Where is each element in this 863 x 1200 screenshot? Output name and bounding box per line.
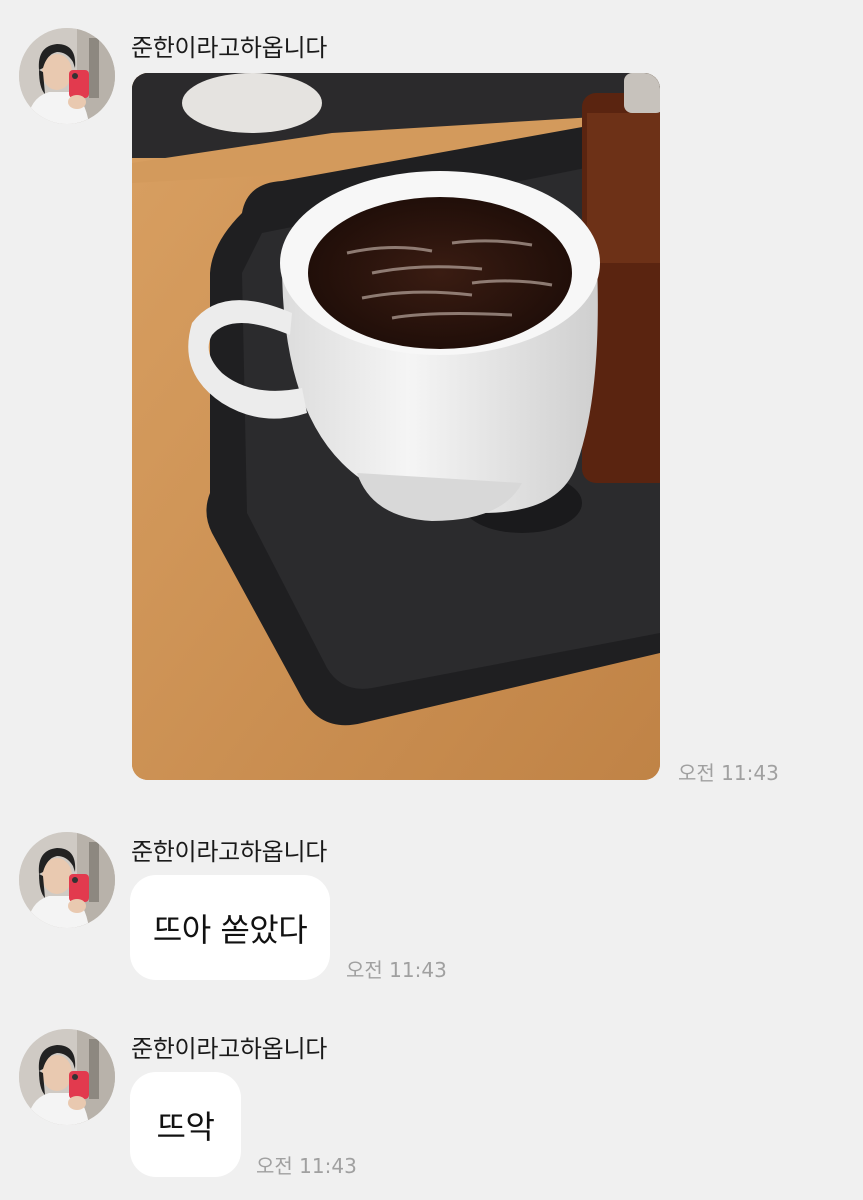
message-text: 뜨아 쏟았다 <box>152 910 308 949</box>
avatar-image <box>19 28 115 124</box>
message-time: 오전 11:43 <box>346 958 447 982</box>
sender-avatar[interactable] <box>19 832 115 928</box>
avatar-image <box>19 1029 115 1125</box>
avatar-image <box>19 832 115 928</box>
sender-name: 준한이라고하옵니다 <box>131 1035 328 1063</box>
sender-avatar[interactable] <box>19 28 115 124</box>
message-photo[interactable] <box>132 73 660 780</box>
sender-name: 준한이라고하옵니다 <box>131 838 328 866</box>
sender-name: 준한이라고하옵니다 <box>131 34 328 62</box>
message-text: 뜨악 <box>156 1107 215 1146</box>
message-time: 오전 11:43 <box>256 1154 357 1178</box>
coffee-photo <box>132 73 660 780</box>
sender-avatar[interactable] <box>19 1029 115 1125</box>
message-bubble[interactable]: 뜨악 <box>130 1072 241 1177</box>
message-time: 오전 11:43 <box>678 761 779 785</box>
message-bubble[interactable]: 뜨아 쏟았다 <box>130 875 330 980</box>
